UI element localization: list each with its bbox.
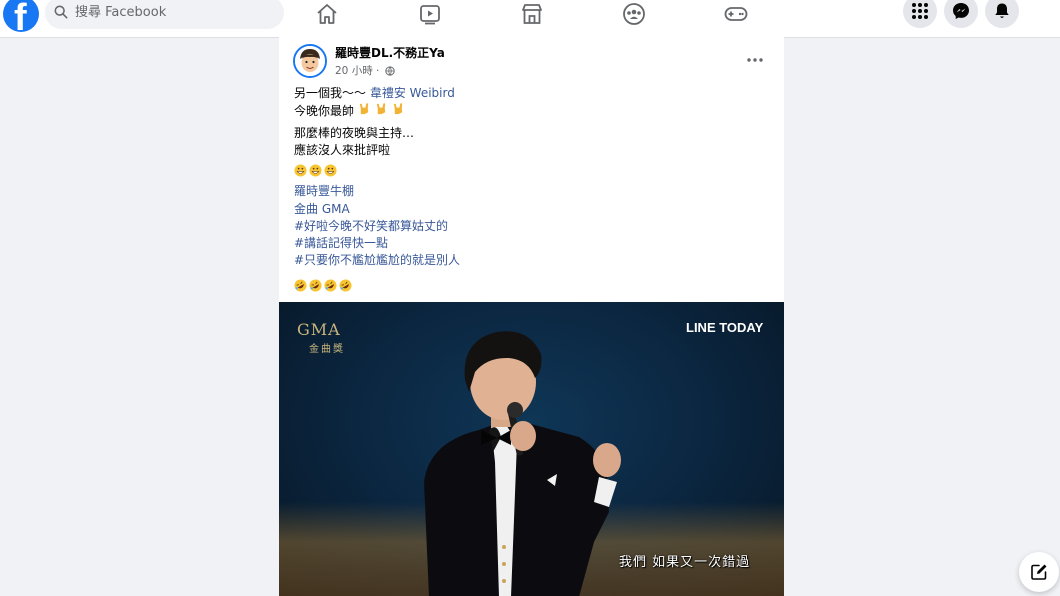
rolling-laughing-emoji-icon	[324, 279, 337, 292]
top-navigation-bar: f	[0, 0, 1060, 38]
post-line-1: 另一個我～～ 韋禮安 Weibird	[294, 85, 455, 101]
search-input[interactable]	[75, 0, 275, 29]
rock-hand-emoji-icon	[376, 103, 385, 115]
post-timestamp[interactable]: 20 小時 ·	[335, 65, 379, 77]
gaming-icon[interactable]	[724, 2, 748, 26]
notifications-icon	[995, 3, 1009, 18]
facebook-logo-letter: f	[14, 0, 27, 32]
grinning-face-emoji-icon	[309, 164, 322, 177]
page-link[interactable]: 羅時豐牛棚	[294, 183, 354, 199]
tagged-user-link[interactable]: 韋禮安 Weibird	[370, 86, 455, 100]
rolling-laughing-emoji-icon	[294, 279, 307, 292]
author-avatar[interactable]	[293, 44, 327, 78]
avatar-cartoon-icon	[295, 46, 325, 76]
post-author-name[interactable]: 羅時豐DL.不務正Ya	[335, 44, 445, 61]
marketplace-icon[interactable]	[520, 2, 544, 26]
rolling-laughing-emoji-icon	[339, 279, 352, 292]
compose-edit-icon	[1031, 564, 1047, 580]
grin-emoji-row	[294, 164, 337, 177]
hashtag-link[interactable]: #講話記得快一點	[294, 235, 388, 251]
facebook-logo[interactable]: f	[3, 0, 39, 32]
rock-hand-emoji-icon	[393, 103, 402, 115]
hashtag-link[interactable]: #好啦今晚不好笑都算姑丈的	[294, 218, 448, 234]
post-line-1-text: 另一個我～～	[294, 86, 367, 100]
laugh-emoji-row	[294, 279, 352, 292]
post-card: 羅時豐DL.不務正Ya 20 小時 · 另一個我～～ 韋禮安 Weibird 今…	[279, 37, 784, 596]
search-box[interactable]	[45, 0, 284, 29]
watch-icon[interactable]	[418, 2, 442, 26]
notifications-button[interactable]	[985, 0, 1019, 28]
video-subtitle: 我們 如果又一次錯過	[619, 555, 751, 570]
grinning-face-emoji-icon	[324, 164, 337, 177]
post-video[interactable]: GMA 金曲獎 LINE TODAY 我們 如果又一次錯過	[279, 302, 784, 596]
messenger-button[interactable]	[944, 0, 978, 28]
page-link[interactable]: 金曲 GMA	[294, 201, 350, 217]
post-line-2: 今晚你最帥	[294, 102, 405, 119]
menu-button[interactable]	[903, 0, 937, 28]
rolling-laughing-emoji-icon	[309, 279, 322, 292]
search-icon	[54, 5, 68, 19]
post-line-3: 那麼棒的夜晚與主持…	[294, 126, 415, 140]
post-meta: 20 小時 ·	[335, 63, 395, 78]
hashtag-link[interactable]: #只要你不尷尬尷尬的就是別人	[294, 252, 460, 268]
post-line-2-text: 今晚你最帥	[294, 104, 355, 118]
post-more-options-icon[interactable]	[745, 50, 765, 70]
groups-icon[interactable]	[622, 2, 646, 26]
rock-hand-emoji-icon	[359, 103, 369, 115]
messenger-icon	[953, 3, 969, 19]
post-line-4: 應該沒人來批評啦	[294, 143, 391, 157]
menu-grid-icon	[912, 3, 928, 19]
new-message-button[interactable]	[1019, 552, 1059, 592]
public-globe-icon	[385, 66, 395, 76]
home-icon[interactable]	[315, 2, 339, 26]
grinning-face-emoji-icon	[294, 164, 307, 177]
